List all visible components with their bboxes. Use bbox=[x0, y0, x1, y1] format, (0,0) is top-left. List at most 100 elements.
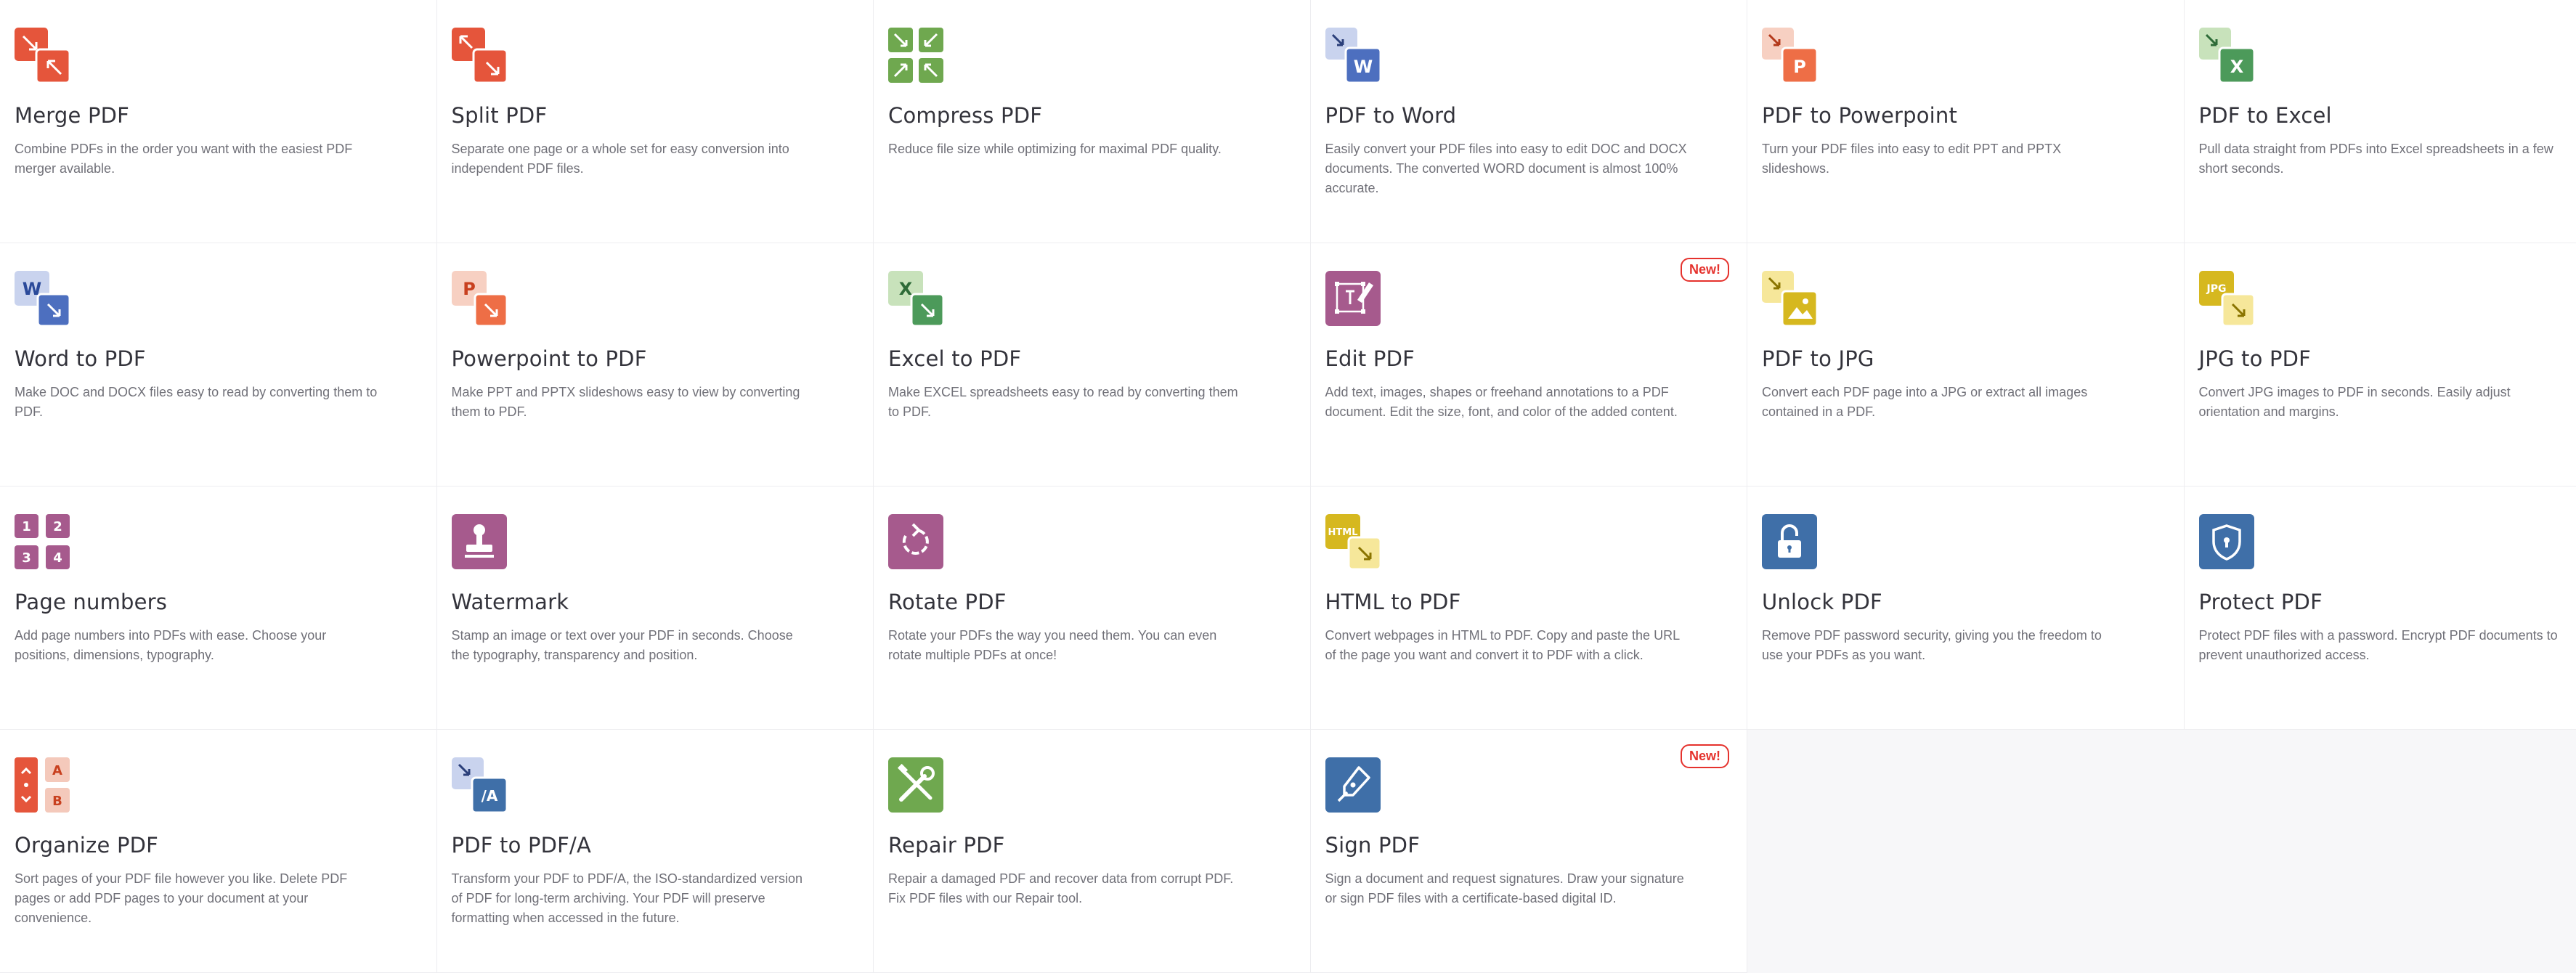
html-to-pdf-icon: HTML bbox=[1325, 514, 1381, 569]
tool-description: Add text, images, shapes or freehand ann… bbox=[1325, 383, 1689, 422]
tool-description: Combine PDFs in the order you want with … bbox=[15, 139, 378, 179]
tools-grid: Merge PDF Combine PDFs in the order you … bbox=[0, 0, 2576, 955]
tool-title: Edit PDF bbox=[1325, 346, 1733, 371]
tool-card-excel-to-pdf[interactable]: X Excel to PDF Make EXCEL spreadsheets e… bbox=[874, 243, 1311, 486]
tool-card-organize[interactable]: A B Organize PDF Sort pages of your PDF … bbox=[0, 730, 437, 973]
tool-description: Transform your PDF to PDF/A, the ISO-sta… bbox=[452, 869, 815, 928]
merge-pdf-icon bbox=[15, 28, 70, 83]
tool-title: PDF to Powerpoint bbox=[1762, 103, 2169, 128]
tool-description: Repair a damaged PDF and recover data fr… bbox=[888, 869, 1251, 908]
word-to-pdf-icon: W bbox=[15, 271, 70, 326]
icon-glyph: P bbox=[1793, 57, 1806, 77]
tool-description: Turn your PDF files into easy to edit PP… bbox=[1762, 139, 2125, 179]
page-digit: 4 bbox=[53, 550, 62, 566]
edit-pdf-icon bbox=[1325, 271, 1381, 326]
tool-card-page-numbers[interactable]: 1 2 3 4 Page numbers Add page numbers in… bbox=[0, 486, 437, 730]
tool-card-repair[interactable]: Repair PDF Repair a damaged PDF and reco… bbox=[874, 730, 1311, 973]
tool-card-watermark[interactable]: Watermark Stamp an image or text over yo… bbox=[437, 486, 874, 730]
tool-description: Pull data straight from PDFs into Excel … bbox=[2199, 139, 2562, 179]
tool-title: HTML to PDF bbox=[1325, 590, 1733, 614]
unlock-padlock-icon bbox=[1762, 514, 1817, 569]
tool-description: Separate one page or a whole set for eas… bbox=[452, 139, 815, 179]
icon-glyph: P bbox=[463, 279, 476, 299]
pdf-to-excel-icon: X bbox=[2199, 28, 2254, 83]
tool-description: Convert webpages in HTML to PDF. Copy an… bbox=[1325, 626, 1689, 665]
page-digit: 3 bbox=[22, 550, 31, 566]
tool-card-edit-pdf[interactable]: New! Edit PDF Add text, images, shapes o… bbox=[1311, 243, 1748, 486]
tool-description: Rotate your PDFs the way you need them. … bbox=[888, 626, 1251, 665]
empty-cell bbox=[2185, 730, 2576, 973]
tool-card-pdf-to-pdfa[interactable]: /A PDF to PDF/A Transform your PDF to PD… bbox=[437, 730, 874, 973]
tool-title: Compress PDF bbox=[888, 103, 1296, 128]
new-badge: New! bbox=[1681, 744, 1729, 768]
tool-title: Sign PDF bbox=[1325, 833, 1733, 858]
tool-title: Word to PDF bbox=[15, 346, 422, 371]
tool-title: PDF to Excel bbox=[2199, 103, 2576, 128]
tool-title: PDF to PDF/A bbox=[452, 833, 859, 858]
tool-title: PDF to Word bbox=[1325, 103, 1733, 128]
jpg-to-pdf-icon: JPG bbox=[2199, 271, 2254, 326]
tool-description: Easily convert your PDF files into easy … bbox=[1325, 139, 1689, 198]
tool-title: Repair PDF bbox=[888, 833, 1296, 858]
tool-title: Protect PDF bbox=[2199, 590, 2576, 614]
tool-card-pdf-to-word[interactable]: W PDF to Word Easily convert your PDF fi… bbox=[1311, 0, 1748, 243]
tool-card-split[interactable]: Split PDF Separate one page or a whole s… bbox=[437, 0, 874, 243]
tool-description: Add page numbers into PDFs with ease. Ch… bbox=[15, 626, 378, 665]
new-badge: New! bbox=[1681, 258, 1729, 282]
tool-card-protect[interactable]: Protect PDF Protect PDF files with a pas… bbox=[2185, 486, 2576, 730]
tool-card-pdf-to-excel[interactable]: X PDF to Excel Pull data straight from P… bbox=[2185, 0, 2576, 243]
rotate-pdf-icon bbox=[888, 514, 943, 569]
icon-glyph: W bbox=[1353, 57, 1372, 77]
tool-card-word-to-pdf[interactable]: W Word to PDF Make DOC and DOCX files ea… bbox=[0, 243, 437, 486]
tool-description: Sign a document and request signatures. … bbox=[1325, 869, 1689, 908]
tool-card-powerpoint-to-pdf[interactable]: P Powerpoint to PDF Make PPT and PPTX sl… bbox=[437, 243, 874, 486]
tool-description: Reduce file size while optimizing for ma… bbox=[888, 139, 1251, 159]
tool-description: Make EXCEL spreadsheets easy to read by … bbox=[888, 383, 1251, 422]
repair-tools-icon bbox=[888, 757, 943, 813]
tool-description: Convert each PDF page into a JPG or extr… bbox=[1762, 383, 2125, 422]
page-numbers-icon: 1 2 3 4 bbox=[15, 514, 70, 569]
protect-shield-icon bbox=[2199, 514, 2254, 569]
excel-to-pdf-icon: X bbox=[888, 271, 943, 326]
tool-card-compress[interactable]: Compress PDF Reduce file size while opti… bbox=[874, 0, 1311, 243]
sign-pen-icon bbox=[1325, 757, 1381, 813]
tool-title: Merge PDF bbox=[15, 103, 422, 128]
page-letter: B bbox=[52, 794, 62, 809]
tool-description: Make PPT and PPTX slideshows easy to vie… bbox=[452, 383, 815, 422]
icon-glyph: X bbox=[2230, 57, 2243, 77]
tool-description: Remove PDF password security, giving you… bbox=[1762, 626, 2125, 665]
tool-title: Page numbers bbox=[15, 590, 422, 614]
tool-title: Excel to PDF bbox=[888, 346, 1296, 371]
tool-description: Stamp an image or text over your PDF in … bbox=[452, 626, 815, 665]
tool-title: Organize PDF bbox=[15, 833, 422, 858]
tool-description: Convert JPG images to PDF in seconds. Ea… bbox=[2199, 383, 2562, 422]
tool-description: Make DOC and DOCX files easy to read by … bbox=[15, 383, 378, 422]
tool-card-rotate[interactable]: Rotate PDF Rotate your PDFs the way you … bbox=[874, 486, 1311, 730]
tool-title: JPG to PDF bbox=[2199, 346, 2576, 371]
tool-title: Rotate PDF bbox=[888, 590, 1296, 614]
page-letter: A bbox=[52, 763, 62, 778]
split-pdf-icon bbox=[452, 28, 507, 83]
tool-title: Powerpoint to PDF bbox=[452, 346, 859, 371]
tool-description: Sort pages of your PDF file however you … bbox=[15, 869, 378, 928]
tool-card-pdf-to-powerpoint[interactable]: P PDF to Powerpoint Turn your PDF files … bbox=[1747, 0, 2185, 243]
icon-glyph: /A bbox=[481, 787, 497, 805]
tool-description: Protect PDF files with a password. Encry… bbox=[2199, 626, 2562, 665]
tool-title: Split PDF bbox=[452, 103, 859, 128]
tool-card-sign[interactable]: New! Sign PDF Sign a document and reques… bbox=[1311, 730, 1748, 973]
tool-title: PDF to JPG bbox=[1762, 346, 2169, 371]
pdf-to-word-icon: W bbox=[1325, 28, 1381, 83]
powerpoint-to-pdf-icon: P bbox=[452, 271, 507, 326]
tool-card-pdf-to-jpg[interactable]: PDF to JPG Convert each PDF page into a … bbox=[1747, 243, 2185, 486]
tool-card-jpg-to-pdf[interactable]: JPG JPG to PDF Convert JPG images to PDF… bbox=[2185, 243, 2576, 486]
tool-title: Watermark bbox=[452, 590, 859, 614]
tool-card-merge[interactable]: Merge PDF Combine PDFs in the order you … bbox=[0, 0, 437, 243]
watermark-stamp-icon bbox=[452, 514, 507, 569]
tool-card-html-to-pdf[interactable]: HTML HTML to PDF Convert webpages in HTM… bbox=[1311, 486, 1748, 730]
compress-pdf-icon bbox=[888, 28, 943, 83]
pdf-to-pdfa-icon: /A bbox=[452, 757, 507, 813]
pdf-to-jpg-icon bbox=[1762, 271, 1817, 326]
pdf-to-powerpoint-icon: P bbox=[1762, 28, 1817, 83]
tool-card-unlock[interactable]: Unlock PDF Remove PDF password security,… bbox=[1747, 486, 2185, 730]
page-digit: 2 bbox=[53, 519, 62, 534]
